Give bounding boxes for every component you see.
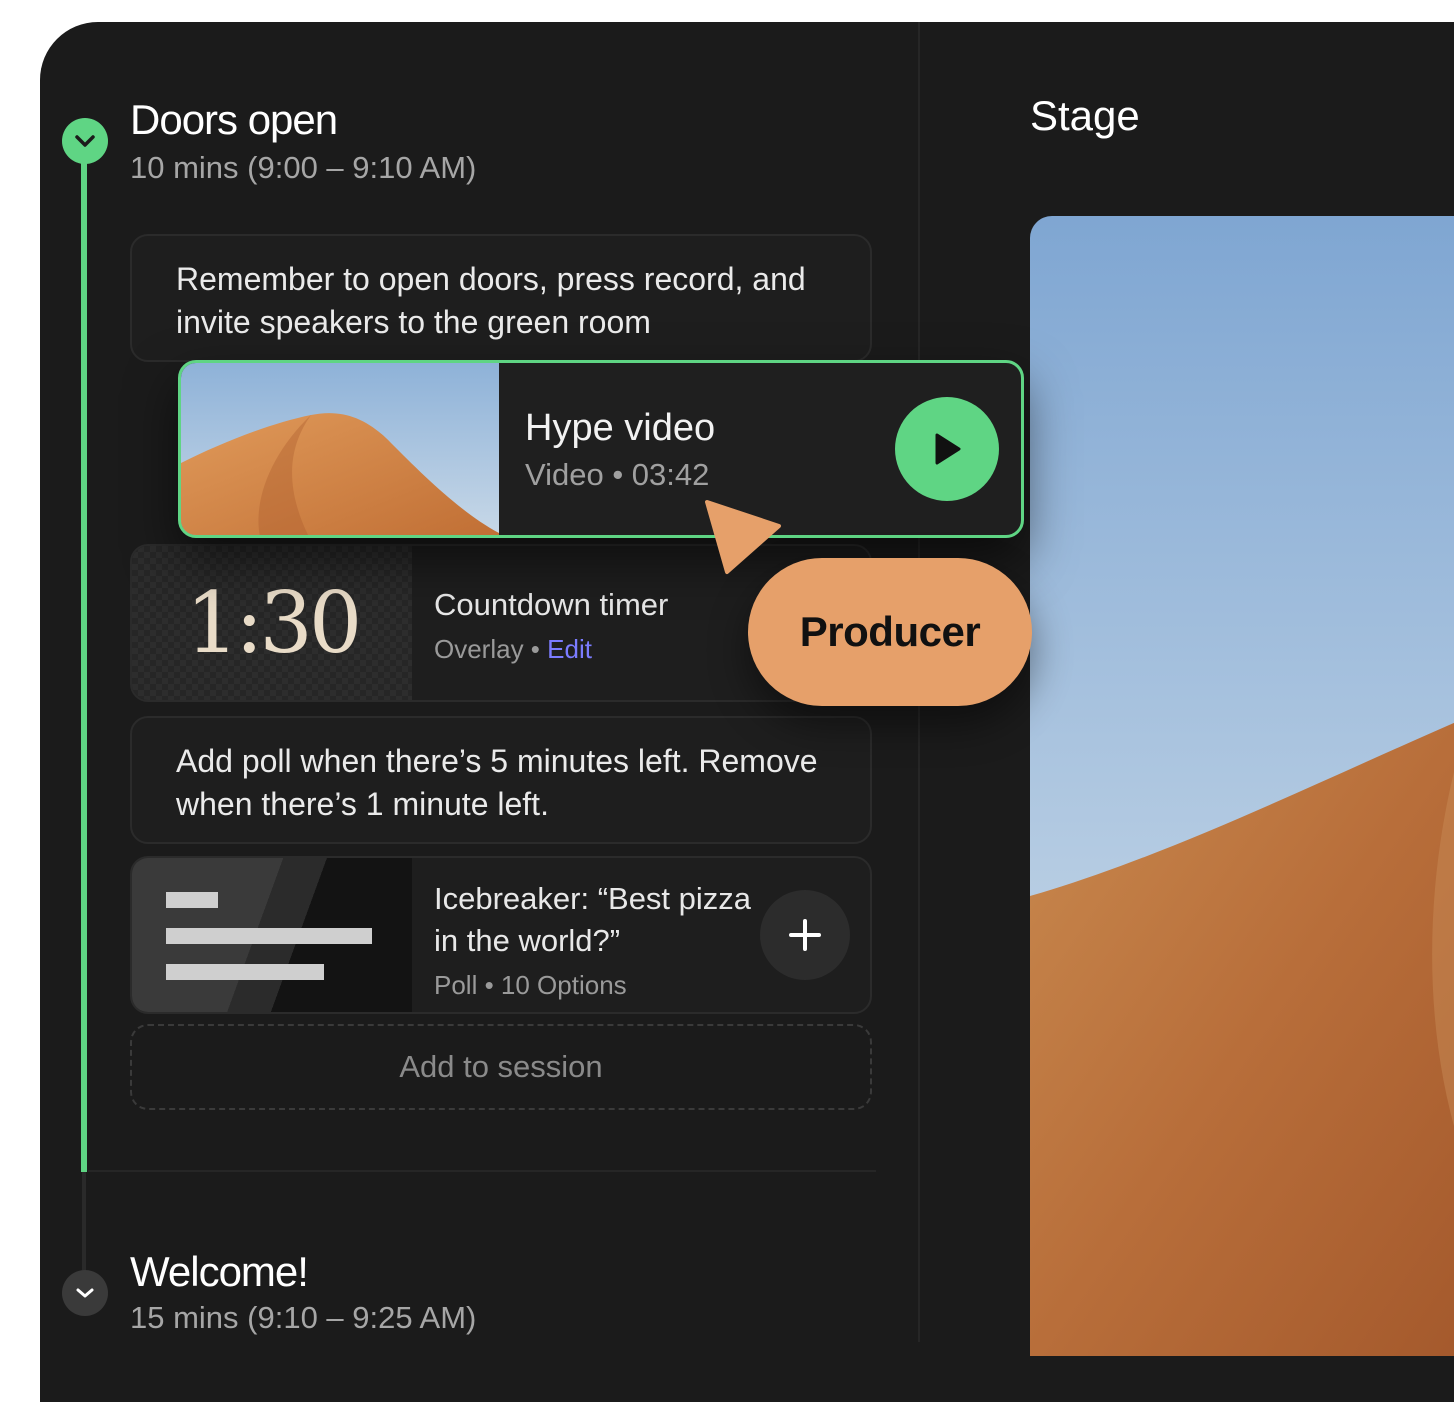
note-text: Remember to open doors, press record, an… [176, 261, 806, 340]
timeline-progress [81, 162, 87, 1172]
timeline-track [82, 1172, 86, 1272]
countdown-meta: Overlay • Edit [434, 634, 592, 665]
producer-cursor-label: Producer [748, 558, 1032, 706]
section-duration: 15 mins (9:10 – 9:25 AM) [130, 1300, 477, 1335]
desert-thumbnail-image [181, 363, 499, 535]
producer-label: Producer [799, 608, 981, 655]
section-title: Doors open [130, 96, 338, 143]
edit-link[interactable]: Edit [547, 634, 592, 664]
poll-thumbnail [132, 858, 412, 1012]
section-status-dot[interactable] [62, 1270, 108, 1316]
poll-card[interactable]: Icebreaker: “Best pizza in the world?” P… [130, 856, 872, 1014]
stage-title: Stage [1030, 92, 1140, 139]
countdown-type: Overlay • [434, 634, 548, 664]
desert-image [1030, 216, 1454, 1356]
poll-bar [166, 928, 372, 944]
play-button[interactable] [895, 397, 999, 501]
cursor-pointer-icon [705, 500, 781, 574]
section-separator [88, 1170, 876, 1172]
plus-icon [789, 919, 821, 951]
poll-meta: Poll • 10 Options [434, 970, 627, 1000]
note-card[interactable]: Remember to open doors, press record, an… [130, 234, 872, 362]
section-title: Welcome! [130, 1248, 309, 1295]
hype-video-title: Hype video [525, 407, 716, 449]
hype-video-card[interactable]: Hype video Video • 03:42 [178, 360, 1024, 538]
chevron-down-icon [76, 1288, 94, 1298]
poll-bar [166, 964, 324, 980]
stage-preview[interactable] [1030, 216, 1454, 1356]
hype-video-thumbnail [181, 363, 499, 535]
poll-body: Icebreaker: “Best pizza in the world?” P… [412, 858, 870, 1012]
hype-video-meta: Video • 03:42 [525, 457, 710, 492]
poll-bar [166, 892, 218, 908]
poll-title: Icebreaker: “Best pizza in the world?” [434, 881, 752, 958]
add-button[interactable] [760, 890, 850, 980]
countdown-title: Countdown timer [434, 587, 669, 622]
add-to-session-button[interactable]: Add to session [130, 1024, 872, 1110]
section-duration: 10 mins (9:00 – 9:10 AM) [130, 150, 477, 185]
play-icon [935, 433, 961, 465]
countdown-thumbnail: 1:30 [132, 546, 412, 700]
note-text: Add poll when there’s 5 minutes left. Re… [176, 743, 818, 822]
note-card[interactable]: Add poll when there’s 5 minutes left. Re… [130, 716, 872, 844]
chevron-down-icon [75, 135, 95, 147]
countdown-display: 1:30 [185, 574, 363, 672]
section-status-dot[interactable] [62, 118, 108, 164]
